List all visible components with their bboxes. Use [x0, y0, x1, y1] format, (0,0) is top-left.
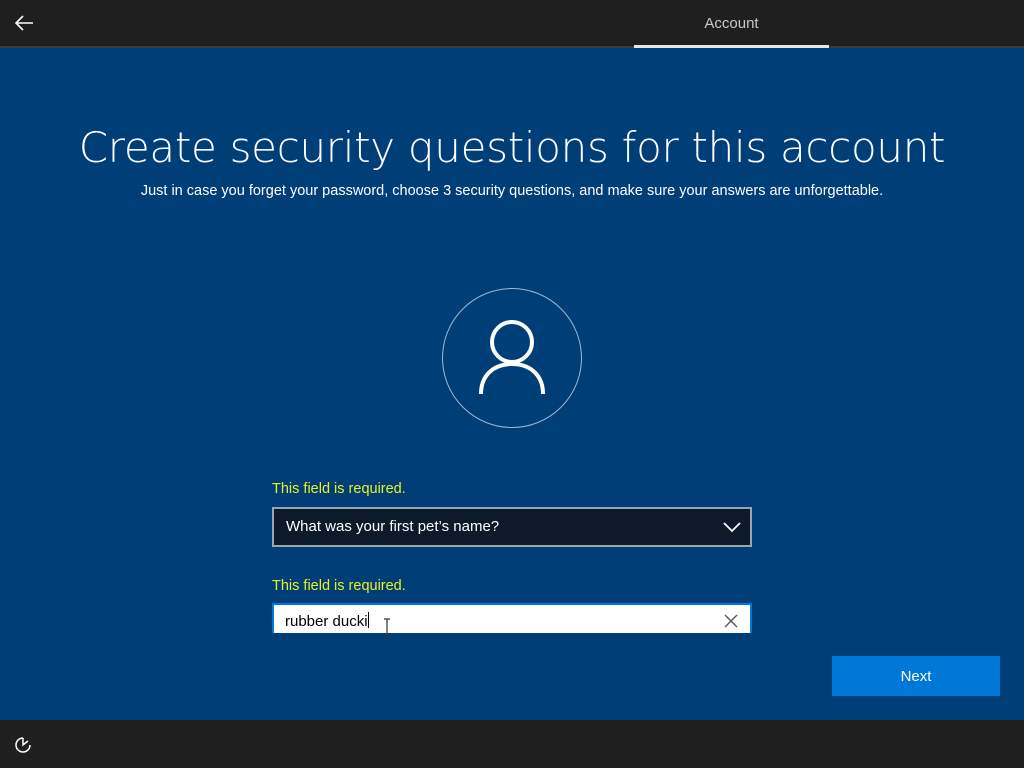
question-error-message: This field is required.: [272, 481, 406, 497]
chevron-down-icon: [723, 522, 741, 533]
next-button[interactable]: Next: [832, 656, 1000, 696]
page-subtitle: Just in case you forget your password, c…: [140, 183, 884, 199]
security-answer-text: rubber ducki: [285, 613, 368, 630]
security-question-selected: What was your first pet’s name?: [286, 518, 500, 535]
tab-account[interactable]: Account: [634, 0, 829, 46]
security-question-dropdown[interactable]: What was your first pet’s name?: [272, 507, 752, 547]
next-button-label: Next: [900, 667, 932, 685]
tab-active-indicator: [634, 45, 829, 48]
oobe-screen: Account Create security questions for th…: [0, 0, 1024, 768]
security-answer-input[interactable]: rubber ducki: [272, 603, 752, 636]
answer-error-message: This field is required.: [272, 578, 406, 594]
tab-account-label: Account: [704, 14, 759, 32]
top-bar: Account: [0, 0, 1024, 48]
close-icon[interactable]: [722, 612, 740, 630]
back-arrow-icon: [14, 15, 33, 31]
avatar: [442, 288, 582, 428]
user-icon: [479, 320, 545, 395]
ease-of-access-icon[interactable]: [12, 734, 34, 756]
bottom-bar: [0, 720, 1024, 768]
text-caret: [367, 612, 369, 628]
page-title: Create security questions for this accou…: [78, 123, 946, 172]
back-button[interactable]: [6, 4, 42, 42]
security-answer-value: rubber ducki: [285, 612, 369, 632]
ibeam-cursor-icon: [384, 618, 390, 636]
